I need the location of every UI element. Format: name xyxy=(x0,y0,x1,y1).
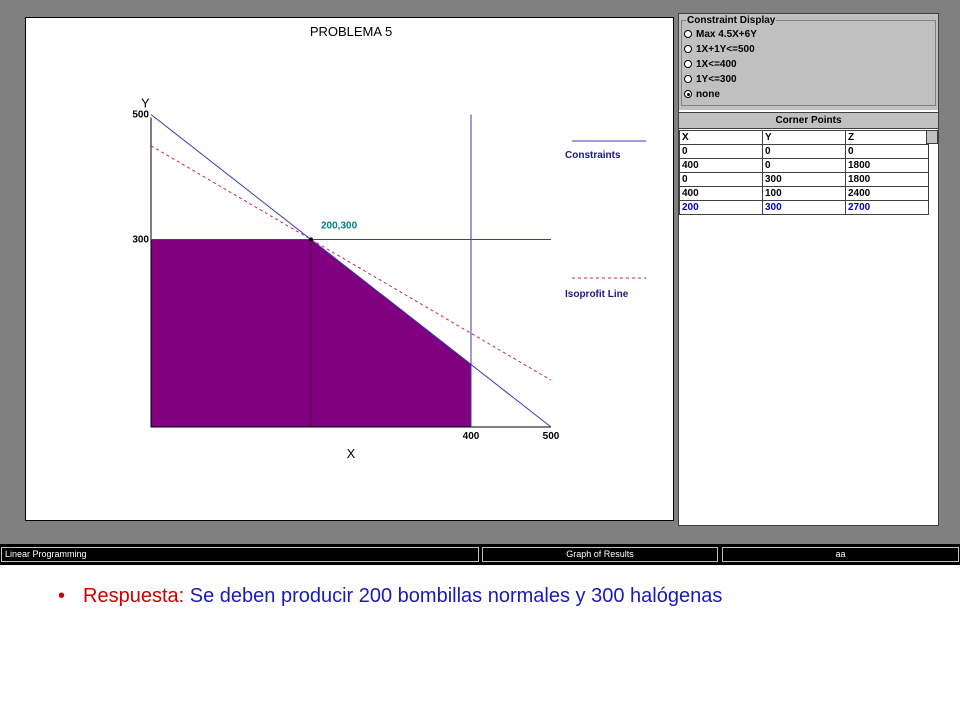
table-cell: 0 xyxy=(762,144,846,159)
radio-button[interactable] xyxy=(684,60,692,68)
answer-text: • Respuesta: Se deben producir 200 bombil… xyxy=(58,585,722,608)
radio-label: 1X+1Y<=500 xyxy=(696,43,755,55)
constraint-display-title: Constraint Display xyxy=(686,15,777,26)
radio-option-none[interactable]: none xyxy=(684,87,720,101)
column-header-x: X xyxy=(679,130,763,145)
table-cell: 1800 xyxy=(845,158,929,173)
table-cell: 400 xyxy=(679,158,763,173)
graph-window: PROBLEMA 5 200,300 Y X 500 300 400 500 Constrain… xyxy=(25,17,674,521)
x-tick-label: 400 xyxy=(463,431,480,442)
table-cell: 2700 xyxy=(845,200,929,215)
table-cell: 400 xyxy=(679,186,763,201)
table-row[interactable]: 400 100 2400 xyxy=(679,186,929,201)
right-panel: Constraint Display Max 4.5X+6Y 1X+1Y<=50… xyxy=(678,13,939,526)
column-header-y: Y xyxy=(762,130,846,145)
bullet-icon: • xyxy=(58,585,66,607)
graph-plot: PROBLEMA 5 200,300 Y X 500 300 400 500 Constrain… xyxy=(132,24,646,461)
x-axis-label: X xyxy=(347,446,356,461)
radio-label: Max 4.5X+6Y xyxy=(696,28,757,40)
table-row[interactable]: 0 0 0 xyxy=(679,144,929,159)
optimal-point xyxy=(309,237,313,242)
status-middle: Graph of Results xyxy=(482,547,718,562)
table-row-optimal[interactable]: 200 300 2700 xyxy=(679,200,929,215)
legend-isoprofit-label: Isoprofit Line xyxy=(565,289,629,300)
table-cell: 2400 xyxy=(845,186,929,201)
corner-points-table: X Y Z 0 0 0 400 0 1800 0 300 1800 400 10 xyxy=(679,130,929,215)
column-header-z: Z xyxy=(845,130,929,145)
optimal-point-label: 200,300 xyxy=(321,221,358,232)
status-bar: Linear Programming Graph of Results aa xyxy=(0,544,960,565)
corner-points-title: Corner Points xyxy=(679,112,938,129)
constraint-display-group: Constraint Display Max 4.5X+6Y 1X+1Y<=50… xyxy=(681,15,936,106)
y-axis-label: Y xyxy=(141,96,150,111)
legend-constraints-label: Constraints xyxy=(565,150,621,161)
table-cell: 0 xyxy=(845,144,929,159)
radio-label: 1X<=400 xyxy=(696,58,737,70)
radio-button[interactable] xyxy=(684,30,692,38)
radio-label: 1Y<=300 xyxy=(696,73,737,85)
answer-body: Se deben producir 200 bombillas normales… xyxy=(189,585,723,607)
status-right: aa xyxy=(722,547,959,562)
table-cell: 0 xyxy=(679,144,763,159)
table-cell: 300 xyxy=(762,172,846,187)
radio-option-constraint-3[interactable]: 1Y<=300 xyxy=(684,72,737,86)
app-screen: PROBLEMA 5 200,300 Y X 500 300 400 500 Constrain… xyxy=(0,0,960,565)
table-cell: 300 xyxy=(762,200,846,215)
table-cell: 0 xyxy=(679,172,763,187)
x-tick-label: 500 xyxy=(543,431,560,442)
radio-label: none xyxy=(696,88,720,100)
table-cell: 100 xyxy=(762,186,846,201)
y-tick-label: 300 xyxy=(132,235,149,246)
constraint-display-panel: Constraint Display Max 4.5X+6Y 1X+1Y<=50… xyxy=(679,14,938,110)
table-row[interactable]: 400 0 1800 xyxy=(679,158,929,173)
table-header-row: X Y Z xyxy=(679,130,929,145)
radio-button-checked[interactable] xyxy=(684,90,692,98)
radio-option-objective[interactable]: Max 4.5X+6Y xyxy=(684,27,757,41)
radio-option-constraint-1[interactable]: 1X+1Y<=500 xyxy=(684,42,755,56)
table-cell: 0 xyxy=(762,158,846,173)
table-scrollbar[interactable] xyxy=(926,130,938,144)
answer-label: Respuesta: xyxy=(83,585,185,607)
table-row[interactable]: 0 300 1800 xyxy=(679,172,929,187)
table-cell: 1800 xyxy=(845,172,929,187)
table-cell: 200 xyxy=(679,200,763,215)
radio-option-constraint-2[interactable]: 1X<=400 xyxy=(684,57,737,71)
radio-button[interactable] xyxy=(684,75,692,83)
graph-title: PROBLEMA 5 xyxy=(310,24,392,39)
y-tick-label: 500 xyxy=(132,110,149,121)
status-left: Linear Programming xyxy=(1,547,479,562)
radio-button[interactable] xyxy=(684,45,692,53)
